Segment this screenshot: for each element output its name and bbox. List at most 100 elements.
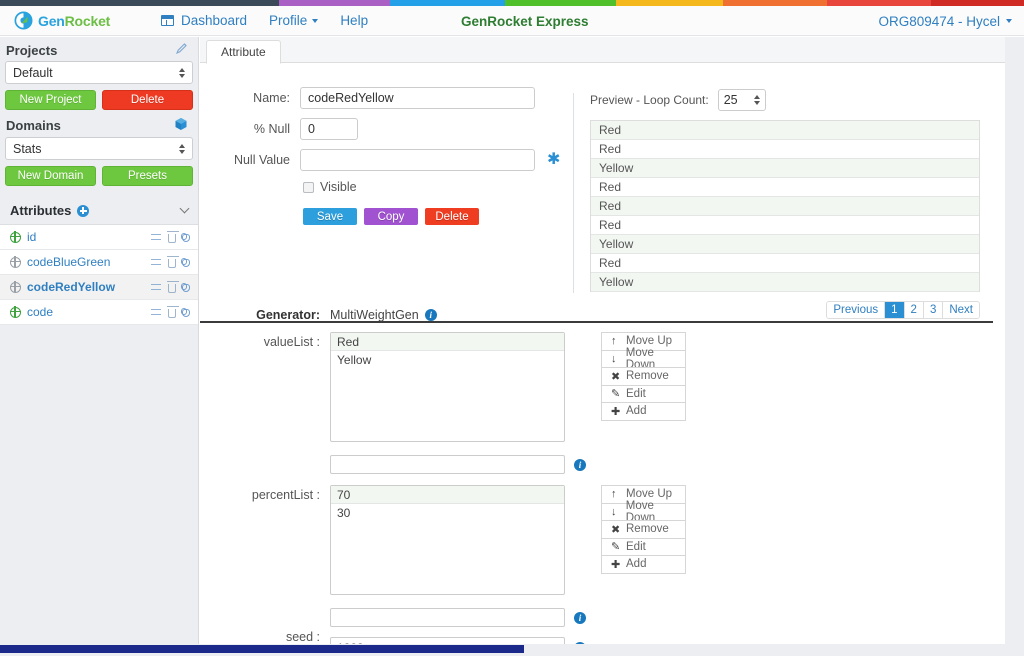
preview-row: Red — [591, 140, 979, 159]
list-item[interactable]: Red — [331, 333, 564, 351]
list-item[interactable]: Yellow — [331, 351, 564, 369]
cube-icon[interactable] — [174, 117, 188, 134]
trash-icon[interactable] — [167, 230, 179, 243]
chevron-down-icon[interactable] — [179, 203, 190, 214]
remove-button[interactable]: ✖ Remove — [601, 520, 686, 539]
project-select-value: Default — [13, 65, 53, 80]
preview-row: Red — [591, 197, 979, 216]
pencil-icon[interactable] — [175, 42, 188, 58]
loop-count-input[interactable]: 25 — [717, 89, 766, 111]
project-select[interactable]: Default — [5, 61, 193, 84]
swap-icon[interactable] — [151, 307, 162, 318]
pct-null-input[interactable]: 0 — [300, 118, 358, 140]
main-content: Attribute Name: codeRedYellow % Null 0 N… — [200, 37, 1005, 656]
form-actions: Save Copy Delete — [303, 208, 570, 225]
list-item-empty — [331, 369, 564, 387]
remove-icon: ✖ — [611, 370, 621, 383]
chevron-down-icon — [312, 18, 319, 23]
trash-icon[interactable] — [167, 255, 179, 268]
value-list-box[interactable]: Red Yellow — [330, 332, 565, 442]
name-input[interactable]: codeRedYellow — [300, 87, 535, 109]
nav-profile[interactable]: Profile — [258, 13, 329, 28]
generator-label: Generator: — [256, 308, 320, 322]
presets-button[interactable]: Presets — [102, 166, 193, 186]
seed-label: seed : — [285, 630, 320, 644]
hand-pointer-icon[interactable] — [180, 258, 190, 267]
nav-links: Dashboard Profile Help — [150, 13, 379, 28]
hand-pointer-icon[interactable] — [180, 233, 190, 242]
trash-icon[interactable] — [167, 305, 179, 318]
domain-select[interactable]: Stats — [5, 137, 193, 160]
percent-list-input[interactable] — [330, 608, 565, 627]
move-up-label: Move Up — [626, 335, 673, 348]
delete-project-button[interactable]: Delete — [102, 90, 193, 110]
list-item-empty — [331, 387, 564, 405]
genrocket-logo[interactable]: GenRocket — [14, 11, 134, 30]
attribute-panel: Name: codeRedYellow % Null 0 Null Value … — [200, 63, 1005, 323]
remove-button[interactable]: ✖ Remove — [601, 367, 686, 386]
percent-list-box[interactable]: 70 30 — [330, 485, 565, 595]
attribute-row[interactable]: codeBlueGreen — [0, 250, 198, 275]
hand-pointer-icon[interactable] — [180, 308, 190, 317]
move-down-icon: ↓ — [611, 505, 617, 518]
required-asterisk-icon: ✱ — [547, 151, 561, 168]
preview-row: Yellow — [591, 159, 979, 178]
trash-icon[interactable] — [167, 280, 179, 293]
swap-icon[interactable] — [151, 257, 162, 268]
info-icon[interactable]: i — [424, 309, 437, 321]
list-item-empty — [331, 522, 564, 540]
copy-button[interactable]: Copy — [364, 208, 418, 225]
preview-header: Preview - Loop Count: 25 — [590, 89, 980, 111]
edit-button[interactable]: ✎ Edit — [601, 537, 686, 556]
attribute-name: code — [27, 305, 54, 319]
move-up-icon: ↑ — [611, 335, 617, 348]
tab-attribute[interactable]: Attribute — [206, 40, 281, 64]
add-button[interactable]: ✚ Add — [601, 555, 686, 574]
preview-row: Red — [591, 121, 979, 140]
app-root: GenRocket Dashboard Profile Help GenRock… — [0, 0, 1024, 656]
project-buttons: New Project Delete — [0, 84, 198, 112]
save-button[interactable]: Save — [303, 208, 357, 225]
new-domain-button[interactable]: New Domain — [5, 166, 96, 186]
dashboard-icon — [161, 15, 174, 26]
org-label: ORG809474 - Hycel — [878, 13, 1000, 29]
value-list-input[interactable] — [330, 455, 565, 474]
percent-list-input-row: i — [330, 608, 586, 627]
nav-profile-label: Profile — [269, 13, 308, 28]
delete-button[interactable]: Delete — [425, 208, 479, 225]
list-item-empty — [331, 405, 564, 423]
move-down-button[interactable]: ↓ Move Down — [601, 347, 686, 371]
nav-help[interactable]: Help — [329, 13, 379, 28]
list-item[interactable]: 30 — [331, 504, 564, 522]
org-selector[interactable]: ORG809474 - Hycel — [878, 6, 1012, 36]
value-list-buttons: ↑ Move Up ↓ Move Down ✖ Remove ✎ Edit ✚ Add — [601, 332, 686, 421]
attribute-row[interactable]: id — [0, 225, 198, 250]
null-value-input[interactable] — [300, 149, 535, 171]
attribute-row[interactable]: codeRedYellow — [0, 275, 198, 300]
visible-label: Visible — [320, 180, 357, 194]
edit-button[interactable]: ✎ Edit — [601, 384, 686, 403]
info-icon[interactable]: i — [574, 611, 586, 624]
attributes-title: Attributes — [10, 203, 72, 218]
swap-icon[interactable] — [151, 232, 162, 243]
null-value-row: Null Value ✱ — [200, 149, 570, 171]
preview-row: Yellow — [591, 273, 979, 292]
attribute-name: codeBlueGreen — [27, 255, 111, 269]
add-attribute-icon[interactable] — [77, 204, 90, 217]
move-down-button[interactable]: ↓ Move Down — [601, 500, 686, 524]
horizontal-scrollbar[interactable] — [0, 645, 524, 653]
visible-checkbox[interactable] — [303, 181, 314, 193]
percent-list-buttons: ↑ Move Up ↓ Move Down ✖ Remove ✎ Edit ✚ Add — [601, 485, 686, 574]
add-button[interactable]: ✚ Add — [601, 402, 686, 421]
domain-buttons: New Domain Presets — [0, 160, 198, 188]
attribute-node-icon — [9, 306, 21, 318]
brand-gen: Gen — [38, 12, 65, 29]
info-icon[interactable]: i — [574, 458, 586, 471]
projects-header: Projects — [0, 37, 198, 61]
list-item[interactable]: 70 — [331, 486, 564, 504]
attribute-row[interactable]: code — [0, 300, 198, 325]
nav-dashboard[interactable]: Dashboard — [150, 13, 258, 28]
new-project-button[interactable]: New Project — [5, 90, 96, 110]
swap-icon[interactable] — [151, 282, 162, 293]
hand-pointer-icon[interactable] — [180, 283, 190, 292]
